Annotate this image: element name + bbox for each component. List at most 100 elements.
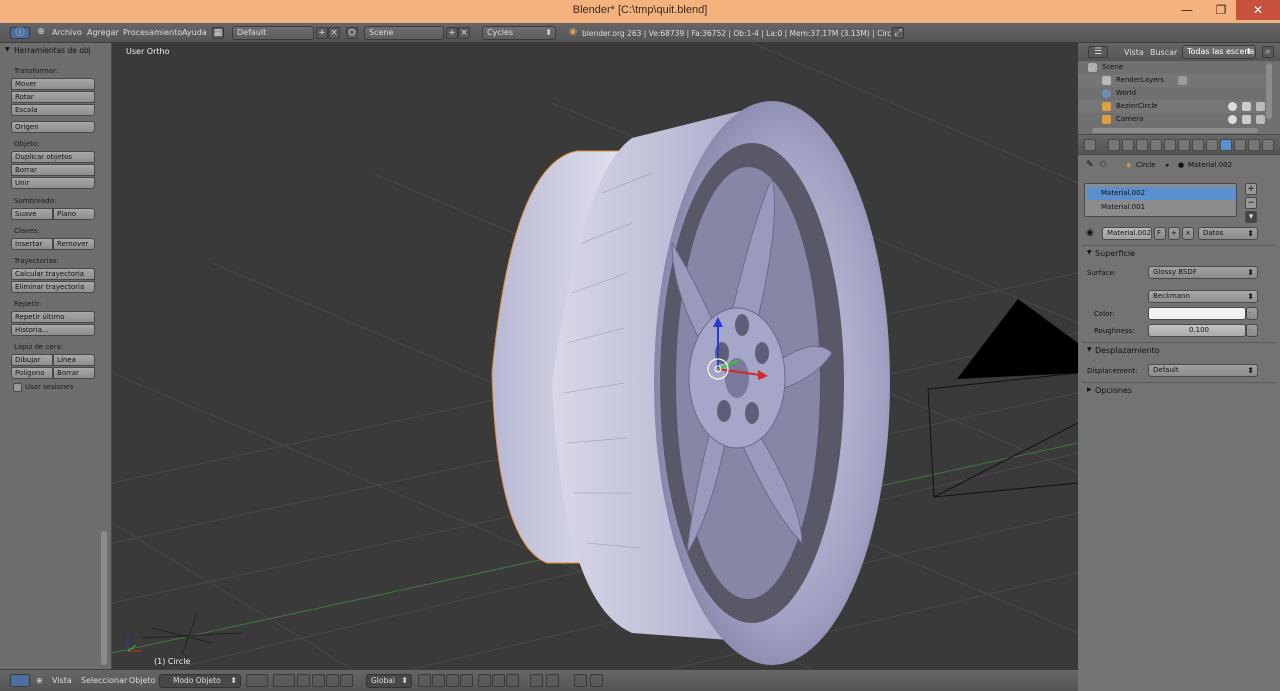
material-link-select[interactable]: Datos [1198, 227, 1258, 240]
layer-3-icon[interactable] [446, 674, 459, 687]
outliner-search-icon[interactable]: ⌕ [1262, 46, 1274, 58]
insert-keyframe-button[interactable]: Insertar [11, 238, 53, 250]
3d-viewport[interactable]: User Ortho (1) Circle [112, 43, 1078, 669]
outliner-menu-vista[interactable]: Vista [1124, 48, 1144, 57]
displacement-panel-header[interactable]: Desplazamiento [1087, 346, 1160, 355]
surface-shader-select[interactable]: Glossy BSDF [1148, 266, 1258, 279]
visibility-eye-icon[interactable] [1228, 115, 1237, 124]
breadcrumb-object[interactable]: Circle [1136, 161, 1156, 169]
origin-button[interactable]: Origen [11, 121, 95, 133]
material-slot-item[interactable]: Material.002 [1087, 187, 1236, 200]
menu-vista[interactable]: Vista [52, 676, 72, 685]
add-screen-icon[interactable]: + [316, 27, 328, 39]
rotate-manipulator-icon[interactable] [326, 674, 339, 687]
outliner-hscrollbar[interactable] [1092, 128, 1258, 133]
scale-button[interactable]: Escala [11, 104, 95, 116]
outliner-display-select[interactable]: Todas las escena [1182, 45, 1256, 59]
roughness-slider[interactable]: 0.100 [1148, 324, 1246, 337]
screen-layout-icon[interactable]: ▦ [212, 27, 224, 39]
scale-manipulator-icon[interactable] [340, 674, 353, 687]
tool-shelf-header[interactable]: Herramientas de obj [5, 46, 91, 55]
selectable-arrow-icon[interactable] [1242, 115, 1251, 124]
visibility-eye-icon[interactable] [1228, 102, 1237, 111]
menu-agregar[interactable]: Agregar [87, 28, 119, 37]
translate-manipulator-icon[interactable] [312, 674, 325, 687]
minimize-button[interactable]: — [1170, 0, 1204, 20]
remove-material-slot-button[interactable]: − [1245, 197, 1257, 209]
remove-screen-icon[interactable]: × [328, 27, 340, 39]
render-animation-icon[interactable] [590, 674, 603, 687]
unlink-material-button[interactable]: × [1182, 227, 1194, 240]
flat-shading-button[interactable]: Plano [53, 208, 95, 220]
move-button[interactable]: Mover [11, 78, 95, 90]
roughness-link-button[interactable]: · [1246, 324, 1258, 337]
material-slot-specials-button[interactable]: ▾ [1245, 211, 1257, 223]
collapse-menu-icon-bottom[interactable]: ⊕ [36, 676, 43, 685]
outliner-row-scene[interactable]: Scene [1078, 61, 1266, 74]
breadcrumb-material[interactable]: Material.002 [1188, 161, 1232, 169]
proportional-edit-icon[interactable] [506, 674, 519, 687]
render-engine-select[interactable]: Cycles [482, 26, 556, 40]
interaction-mode-select[interactable]: Modo Objeto [159, 674, 241, 688]
wheel-object[interactable] [491, 101, 890, 665]
material-slot-item[interactable]: Material.001 [1087, 201, 1236, 214]
collapse-menu-icon[interactable]: ⊕ [35, 27, 47, 39]
renderable-camera-icon[interactable] [1256, 102, 1265, 111]
fake-user-button[interactable]: F [1154, 227, 1166, 240]
pin-icon[interactable]: ✎ [1086, 160, 1094, 170]
tab-material[interactable] [1220, 139, 1232, 151]
menu-archivo[interactable]: Archivo [52, 28, 82, 37]
tab-object[interactable] [1164, 139, 1176, 151]
outliner-row-beziercircle[interactable]: BezierCircle [1078, 100, 1266, 113]
properties-editor-icon[interactable] [1084, 139, 1096, 151]
repeat-last-button[interactable]: Repetir último [11, 311, 95, 323]
snap-toggle-icon[interactable] [530, 674, 543, 687]
outliner-row-camera[interactable]: Camera [1078, 113, 1266, 126]
color-swatch[interactable] [1148, 307, 1246, 320]
use-sessions-checkbox[interactable] [13, 383, 22, 392]
material-name-field[interactable]: Material.002 [1102, 227, 1152, 240]
remove-keyframe-button[interactable]: Remover [53, 238, 95, 250]
menu-objeto[interactable]: Objeto [129, 676, 156, 685]
layer-6-icon[interactable] [492, 674, 505, 687]
join-button[interactable]: Unir [11, 177, 95, 189]
material-browse-icon[interactable]: ◉ [1086, 228, 1094, 238]
scene-field[interactable]: Scene [364, 26, 444, 40]
render-icon[interactable] [574, 674, 587, 687]
calculate-paths-button[interactable]: Calcular trayectoria [11, 268, 95, 280]
screen-layout-field[interactable]: Default [232, 26, 314, 40]
outliner-row-renderlayers[interactable]: RenderLayers [1078, 74, 1266, 87]
layer-1-icon[interactable] [418, 674, 431, 687]
grease-draw-button[interactable]: Dibujar [11, 354, 53, 366]
outliner-editor-icon[interactable]: ☰ [1088, 46, 1108, 58]
layer-4-icon[interactable] [460, 674, 473, 687]
editor-type-3d-icon[interactable] [10, 674, 30, 687]
outliner-vscrollbar[interactable] [1266, 63, 1272, 119]
rotate-button[interactable]: Rotar [11, 91, 95, 103]
smooth-shading-button[interactable]: Suave [11, 208, 53, 220]
add-material-slot-button[interactable]: + [1245, 183, 1257, 195]
layer-2-icon[interactable] [432, 674, 445, 687]
menu-seleccionar[interactable]: Seleccionar [81, 676, 127, 685]
manipulator-toggle-icon[interactable] [297, 674, 310, 687]
outliner-menu-buscar[interactable]: Buscar [1150, 48, 1177, 57]
tab-world[interactable] [1150, 139, 1162, 151]
remove-scene-icon[interactable]: × [458, 27, 470, 39]
delete-button[interactable]: Borrar [11, 164, 95, 176]
clear-paths-button[interactable]: Eliminar trayectoria [11, 281, 95, 293]
scene-icon[interactable]: ⛭ [346, 27, 358, 39]
tab-texture[interactable] [1234, 139, 1246, 151]
tab-constraints[interactable] [1178, 139, 1190, 151]
viewport-shading-icon[interactable] [246, 674, 268, 687]
tab-render-layers[interactable] [1122, 139, 1134, 151]
fullscreen-icon[interactable]: ⤢ [892, 27, 904, 39]
layer-5-icon[interactable] [478, 674, 491, 687]
editor-type-icon[interactable]: ⓘ [10, 27, 30, 39]
outliner-row-world[interactable]: World [1078, 87, 1266, 100]
close-button[interactable]: ✕ [1236, 0, 1280, 20]
pivot-point-icon[interactable] [273, 674, 295, 687]
displacement-select[interactable]: Default [1148, 364, 1258, 377]
add-scene-icon[interactable]: + [446, 27, 458, 39]
renderable-camera-icon[interactable] [1256, 115, 1265, 124]
menu-procesamiento[interactable]: Procesamiento [123, 28, 182, 37]
